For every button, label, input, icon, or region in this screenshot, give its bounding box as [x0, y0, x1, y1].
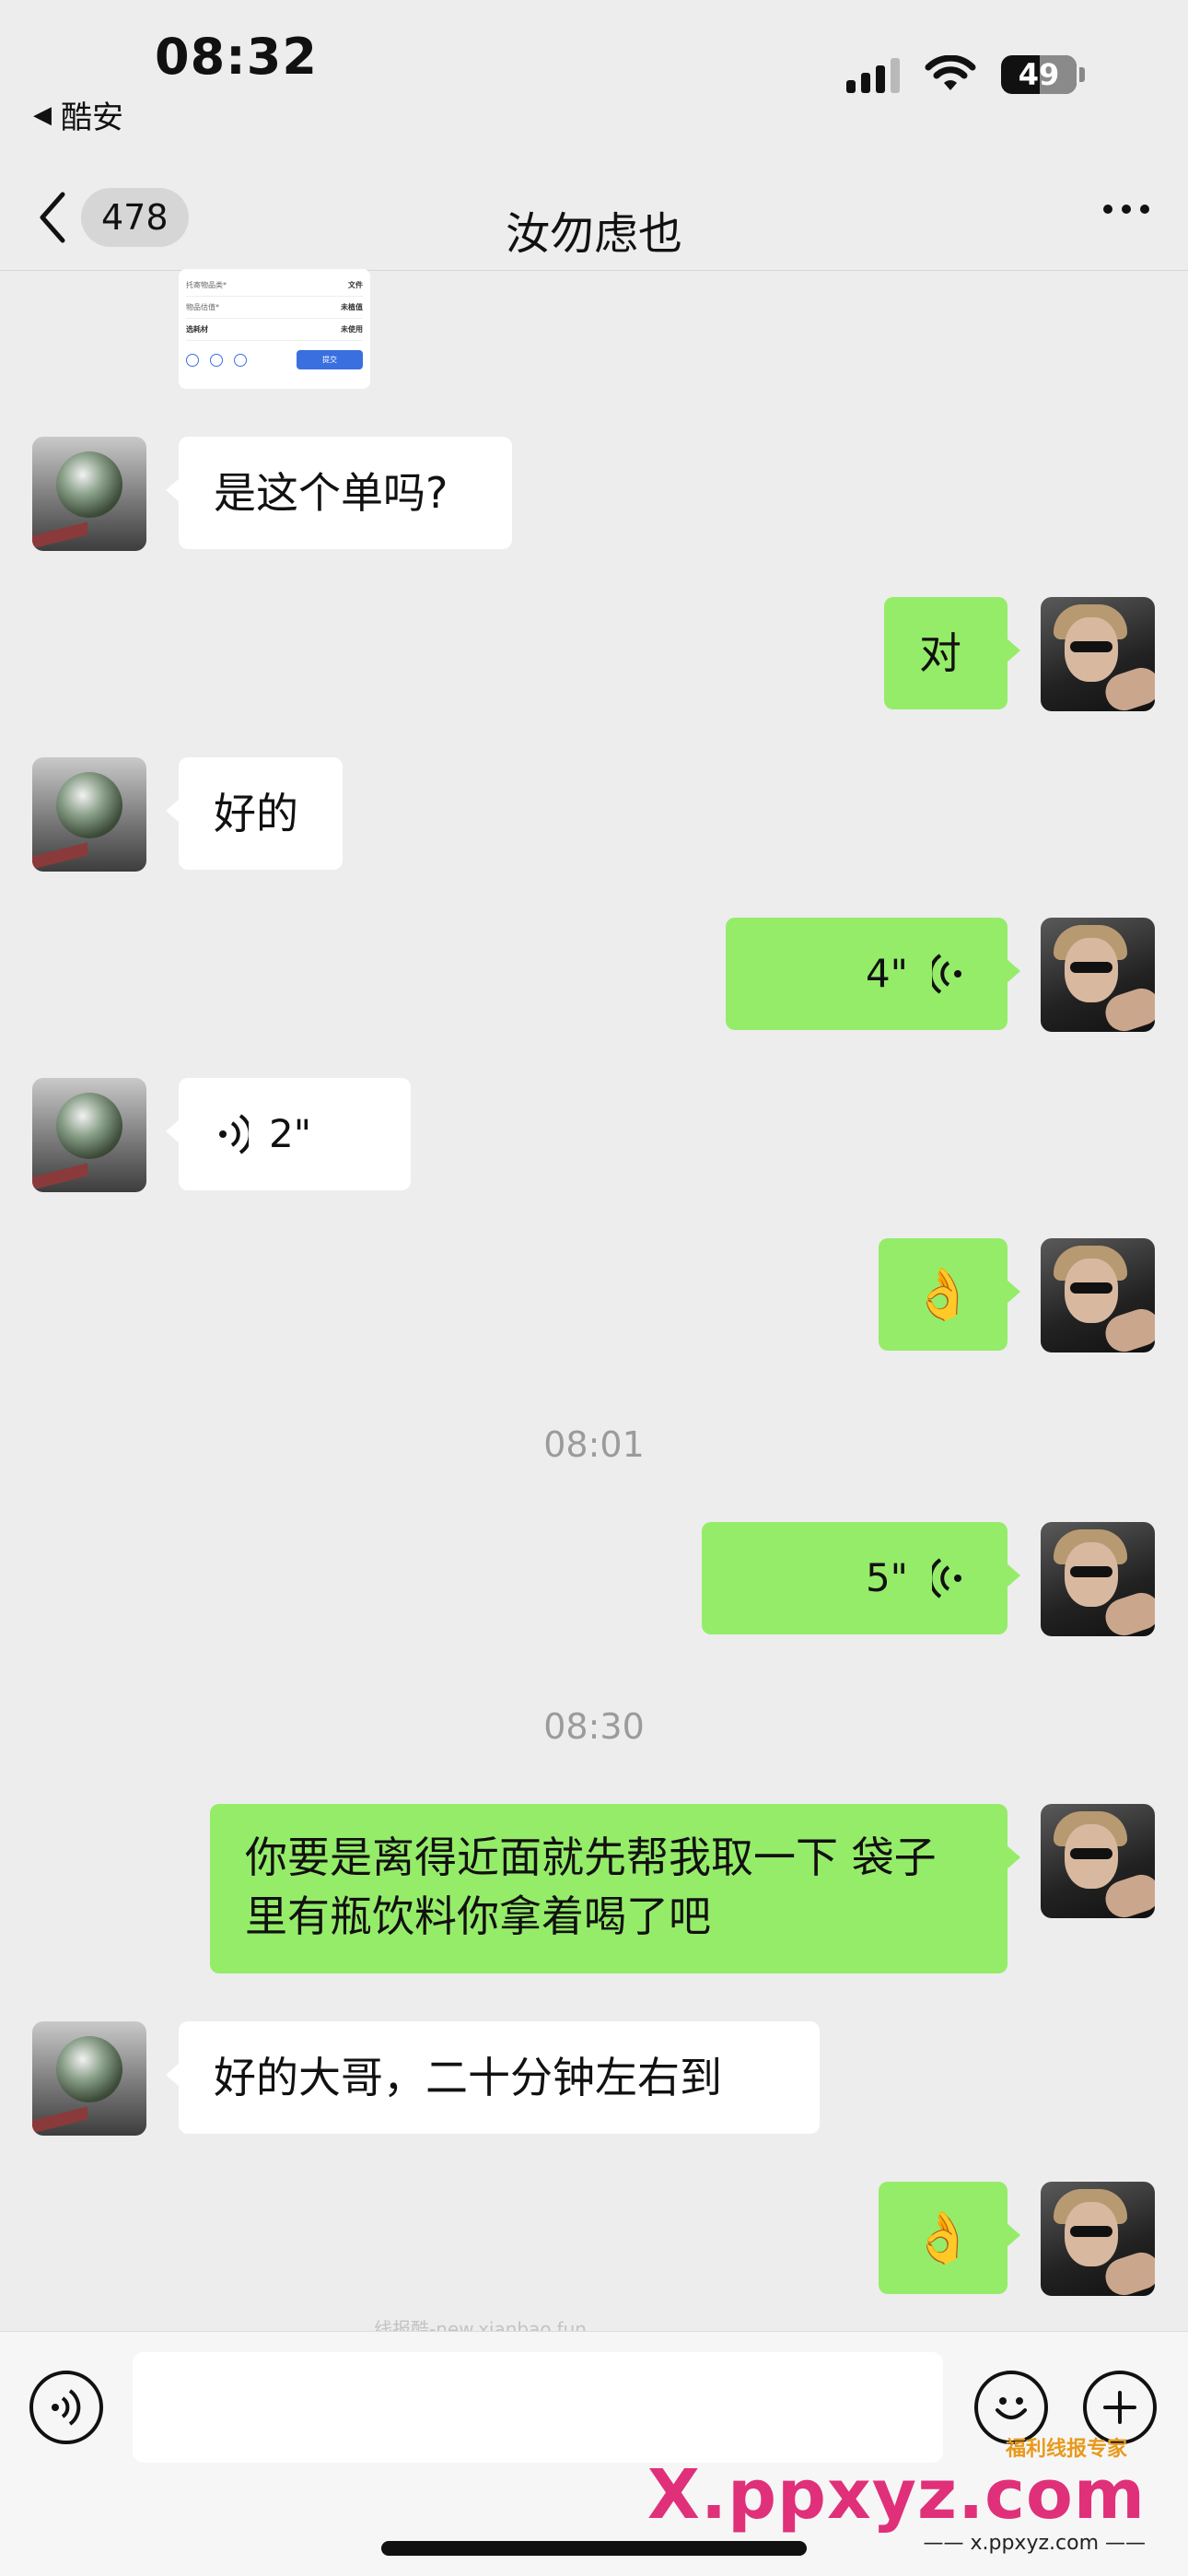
- message-bubble-outgoing[interactable]: 你要是离得近面就先帮我取一下 袋子里有瓶饮料你拿着喝了吧: [210, 1804, 1020, 1973]
- back-triangle-icon: ◀: [33, 100, 52, 129]
- my-avatar[interactable]: [1041, 1238, 1155, 1352]
- thumb-row-label: 托寄物品类*: [186, 281, 227, 289]
- voice-input-button[interactable]: [29, 2371, 103, 2444]
- voice-message-incoming[interactable]: 2": [166, 1078, 411, 1190]
- contact-avatar[interactable]: [32, 757, 146, 872]
- chat-header: 478 汝勿虑也: [0, 175, 1188, 271]
- voice-duration: 2": [269, 1111, 312, 1156]
- voice-wave-icon: [932, 954, 961, 994]
- cellular-signal-icon: [846, 56, 900, 93]
- my-avatar[interactable]: [1041, 1804, 1155, 1918]
- voice-duration: 5": [865, 1555, 908, 1600]
- contact-avatar[interactable]: [32, 437, 146, 551]
- status-time: 08:32: [155, 28, 318, 86]
- message-bubble-incoming[interactable]: 是这个单吗?: [166, 437, 512, 549]
- chat-title: 汝勿虑也: [505, 208, 682, 260]
- emoji-message-outgoing[interactable]: 👌: [879, 2182, 1020, 2294]
- home-indicator[interactable]: [381, 2541, 807, 2556]
- smiley-icon: [996, 2397, 1027, 2419]
- message-text: 是这个单吗?: [214, 468, 448, 518]
- message-text: 对: [919, 628, 961, 678]
- voice-duration: 4": [865, 951, 908, 996]
- my-avatar[interactable]: [1041, 918, 1155, 1032]
- brand-logo-text: X.ppxyz.com: [646, 2455, 1146, 2535]
- emoji-message-outgoing[interactable]: 👌: [879, 1238, 1020, 1351]
- message-text: 你要是离得近面就先帮我取一下 袋子里有瓶饮料你拿着喝了吧: [245, 1832, 937, 1941]
- message-timestamp: 08:30: [543, 1706, 645, 1747]
- message-text: 好的大哥，二十分钟左右到: [214, 2053, 722, 2102]
- thumb-row-label: 物品估值*: [186, 303, 219, 311]
- message-timestamp: 08:01: [543, 1424, 645, 1465]
- message-bubble-outgoing[interactable]: 对: [884, 597, 1020, 709]
- back-app-label: 酷安: [61, 100, 123, 136]
- thumb-row-value: 未使用: [341, 325, 363, 334]
- battery-level: 49: [1018, 57, 1060, 92]
- thumb-row-value: 文件: [348, 281, 363, 289]
- my-avatar[interactable]: [1041, 1522, 1155, 1636]
- message-bubble-incoming[interactable]: 好的: [166, 757, 343, 870]
- plus-icon: [1103, 2391, 1136, 2424]
- voice-wave-icon: [932, 1558, 961, 1598]
- shared-image-message[interactable]: 托寄物品类* 文件 物品估值* 未植值 选耗材 未使用 提交: [179, 269, 370, 389]
- thumb-submit: 提交: [297, 350, 363, 369]
- ok-hand-emoji: 👌: [912, 2208, 974, 2266]
- my-avatar[interactable]: [1041, 2182, 1155, 2296]
- thumb-row-value: 未植值: [341, 303, 363, 311]
- contact-avatar[interactable]: [32, 2021, 146, 2136]
- voice-icon: [52, 2389, 81, 2426]
- message-text: 好的: [214, 789, 298, 838]
- message-bubble-incoming[interactable]: 好的大哥，二十分钟左右到: [166, 2021, 820, 2134]
- thumb-row-label: 选耗材: [186, 325, 208, 334]
- wifi-icon: [924, 55, 977, 94]
- thumb-icons: [186, 353, 247, 367]
- message-input[interactable]: [133, 2352, 943, 2463]
- contact-avatar[interactable]: [32, 1078, 146, 1192]
- voice-message-outgoing[interactable]: 4": [726, 918, 1020, 1030]
- back-to-app[interactable]: ◀ 酷安: [33, 92, 123, 137]
- ok-hand-emoji: 👌: [912, 1265, 974, 1323]
- brand-tagline: 福利线报专家: [1005, 2438, 1127, 2461]
- my-avatar[interactable]: [1041, 597, 1155, 711]
- status-indicators: 49: [846, 55, 1085, 94]
- voice-wave-icon: [219, 1114, 249, 1154]
- more-options-icon[interactable]: [1103, 205, 1149, 214]
- battery-icon: 49: [1001, 55, 1085, 94]
- voice-message-outgoing[interactable]: 5": [702, 1522, 1020, 1634]
